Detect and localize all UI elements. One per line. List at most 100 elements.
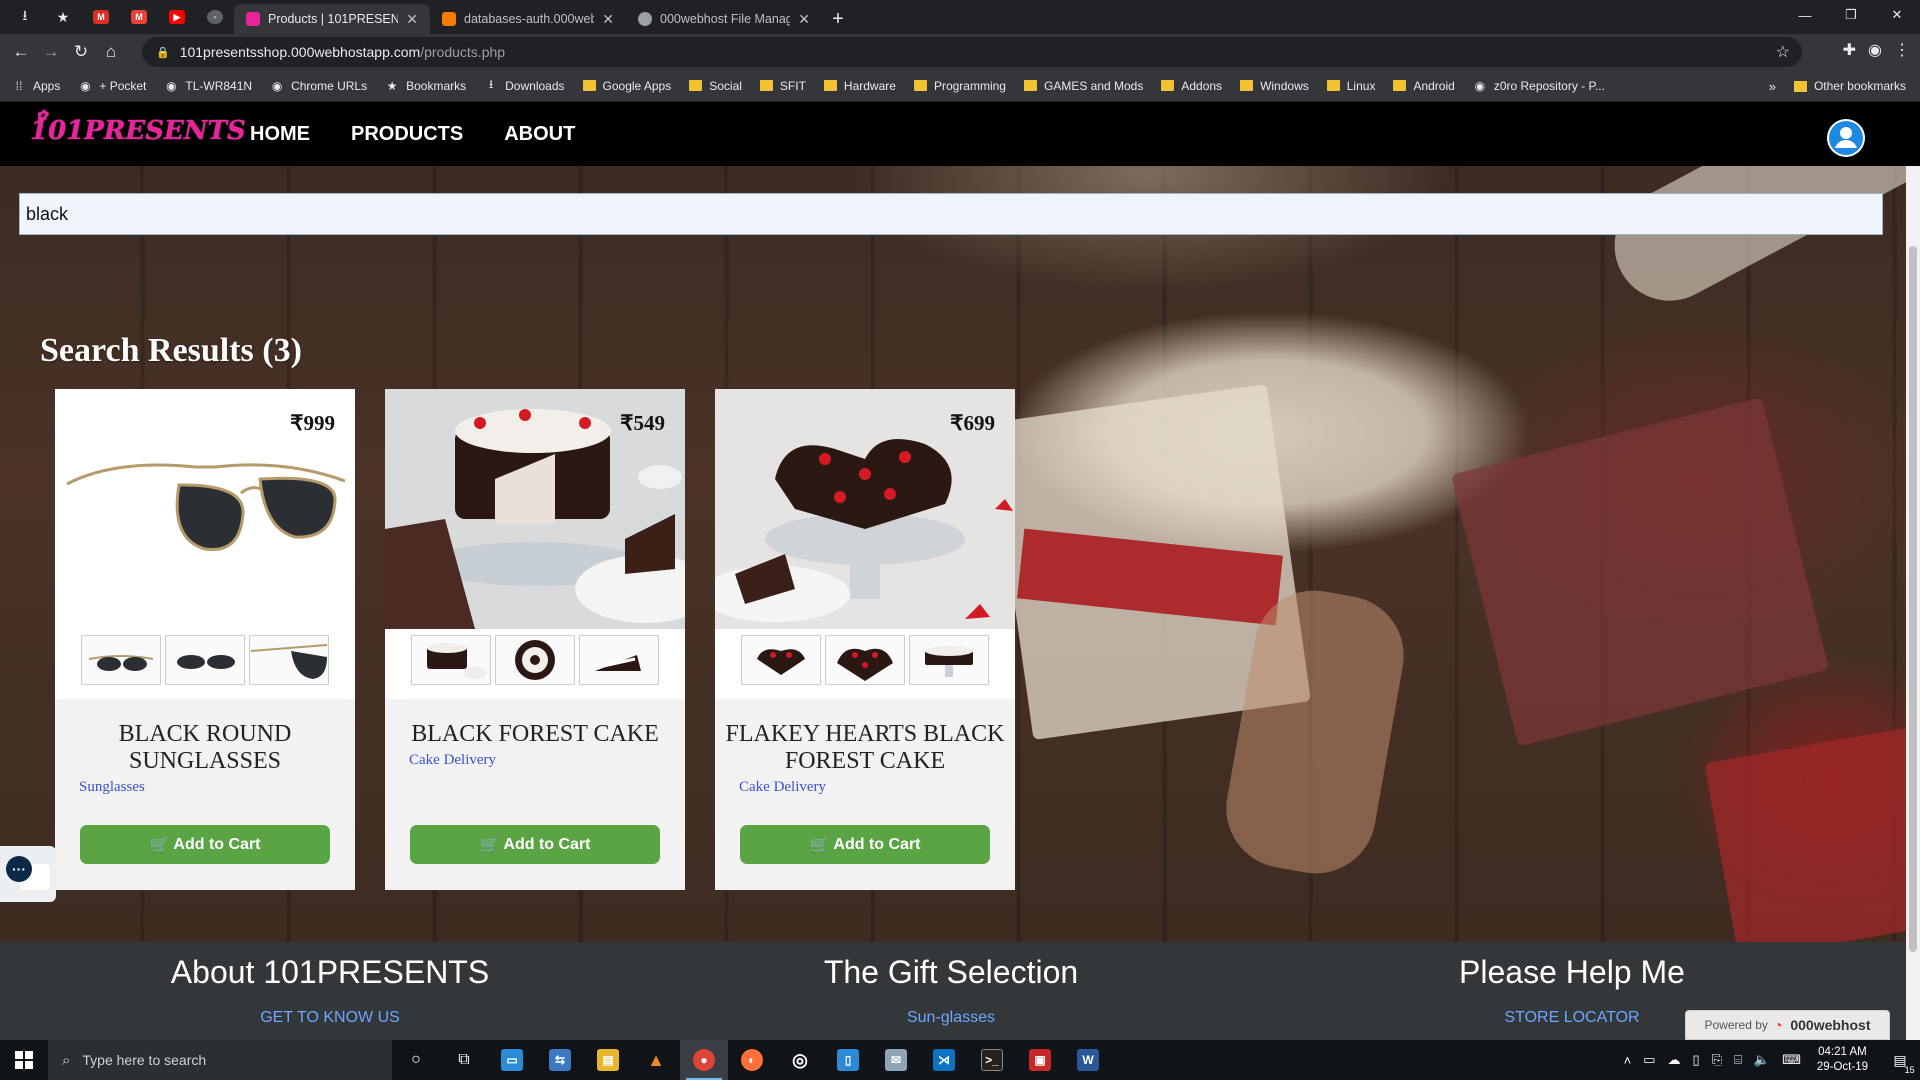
bookmark-item[interactable]: ⭳Downloads [484, 79, 564, 93]
forward-arrow-icon[interactable]: → [36, 37, 66, 67]
nav-about[interactable]: ABOUT [504, 123, 575, 146]
notification-center-icon[interactable]: ▤15 [1880, 1040, 1920, 1080]
thumbnail[interactable] [909, 635, 989, 685]
chat-widget[interactable]: ··· [0, 846, 56, 902]
footer-link[interactable]: GET TO KNOW US [171, 1009, 489, 1027]
network-icon[interactable]: ⌸ [1734, 1052, 1742, 1068]
bookmark-item[interactable]: SFIT [760, 79, 806, 93]
bookmark-item[interactable]: Windows [1240, 79, 1309, 93]
address-bar[interactable]: 🔒 101presentsshop.000webhostapp.com/prod… [142, 37, 1802, 67]
thumbnail[interactable] [165, 635, 245, 685]
bookmark-item[interactable]: Social [689, 79, 742, 93]
add-to-cart-button[interactable]: 🛒Add to Cart [80, 825, 330, 864]
product-category[interactable]: Cake Delivery [409, 752, 496, 769]
taskbar-app-file-explorer[interactable]: ▤ [584, 1040, 632, 1080]
thumbnail[interactable] [825, 635, 905, 685]
minimize-icon[interactable]: — [1782, 0, 1828, 30]
taskbar-app-xbox[interactable]: ◎ [776, 1040, 824, 1080]
footer-link[interactable]: Sun-glasses [824, 1009, 1078, 1027]
extensions-puzzle-icon[interactable]: ✚ [1843, 40, 1856, 60]
restore-icon[interactable]: ❐ [1828, 0, 1874, 30]
taskbar-search[interactable]: ⌕ Type here to search [48, 1040, 392, 1080]
star-icon[interactable]: ★ [44, 0, 82, 34]
thumbnail[interactable] [249, 635, 329, 685]
thumbnail[interactable] [495, 635, 575, 685]
download-icon[interactable]: ⭳ [6, 0, 44, 34]
bookmark-item[interactable]: ◉Chrome URLs [270, 79, 367, 93]
bookmark-item[interactable]: Hardware [824, 79, 896, 93]
product-name[interactable]: FLAKEY HEARTS BLACK FOREST CAKE [725, 721, 1005, 775]
bookmark-item[interactable]: GAMES and Mods [1024, 79, 1143, 93]
battery-icon[interactable]: ▯ [1693, 1052, 1700, 1068]
close-icon[interactable]: ✕ [602, 11, 614, 28]
volume-icon[interactable]: 🔈 [1754, 1052, 1770, 1068]
product-category[interactable]: Cake Delivery [739, 779, 826, 796]
thumbnail[interactable] [579, 635, 659, 685]
bookmark-item[interactable]: Addons [1161, 79, 1222, 93]
tab-file-manager[interactable]: 000webhost File Manager ✕ [626, 4, 822, 34]
bookmark-item[interactable]: ◉TL-WR841N [164, 79, 252, 93]
taskbar-app-terminal[interactable]: >_ [968, 1040, 1016, 1080]
product-category[interactable]: Sunglasses [79, 779, 145, 796]
close-icon[interactable]: ✕ [406, 11, 418, 28]
taskbar-app-explorer-window[interactable]: ▭ [488, 1040, 536, 1080]
taskbar-app-mail[interactable]: ✉ [872, 1040, 920, 1080]
close-window-icon[interactable]: ✕ [1874, 0, 1920, 30]
thumbnail[interactable] [81, 635, 161, 685]
add-to-cart-button[interactable]: 🛒Add to Cart [740, 825, 990, 864]
task-view-icon[interactable]: ⧉ [440, 1040, 488, 1080]
bookmark-item[interactable]: Programming [914, 79, 1006, 93]
taskbar-app-winscp[interactable]: ⇆ [536, 1040, 584, 1080]
taskbar-app-word[interactable]: W [1064, 1040, 1112, 1080]
taskbar-app-vscode[interactable]: ⋊ [920, 1040, 968, 1080]
pinned-tab-gmail[interactable]: M [120, 0, 158, 34]
scrollbar-thumb[interactable] [1909, 246, 1917, 952]
product-name[interactable]: BLACK ROUND SUNGLASSES [65, 721, 345, 775]
taskbar-app-firefox[interactable]: ◐ [728, 1040, 776, 1080]
thumbnail[interactable] [411, 635, 491, 685]
chevron-right-icon[interactable]: » [1769, 79, 1776, 94]
add-to-cart-button[interactable]: 🛒Add to Cart [410, 825, 660, 864]
chevron-up-icon[interactable]: ˄ [1624, 1053, 1632, 1068]
user-account-icon[interactable] [1827, 119, 1865, 157]
product-name[interactable]: BLACK FOREST CAKE [395, 721, 675, 748]
bookmark-item[interactable]: ◉+ Pocket [78, 79, 146, 93]
bookmark-item[interactable]: Linux [1327, 79, 1376, 93]
close-icon[interactable]: ✕ [798, 11, 810, 28]
site-logo[interactable]: ✿ 101PRESENTS [30, 116, 246, 146]
windows-start-icon[interactable] [0, 1040, 48, 1080]
pinned-tab-generic[interactable]: ◦ [196, 0, 234, 34]
new-tab-button[interactable]: + [822, 4, 854, 34]
bookmark-item[interactable]: Google Apps [583, 79, 672, 93]
bookmark-item[interactable]: ◉z0ro Repository - P... [1473, 79, 1605, 93]
taskbar-clock[interactable]: 04:21 AM 29-Oct-19 [1817, 1045, 1868, 1075]
bookmark-item[interactable]: ★Bookmarks [385, 79, 466, 93]
taskbar-app-chrome[interactable]: ● [680, 1040, 728, 1080]
taskbar-app-vlc[interactable]: ▲ [632, 1040, 680, 1080]
product-image[interactable]: ₹549 [385, 389, 685, 629]
nav-products[interactable]: PRODUCTS [351, 123, 463, 146]
taskbar-app-red-app[interactable]: ▣ [1016, 1040, 1064, 1080]
product-search-input[interactable] [19, 193, 1883, 235]
page-scrollbar[interactable] [1906, 166, 1920, 1040]
pinned-tab-youtube[interactable]: ▶ [158, 0, 196, 34]
nav-home[interactable]: HOME [250, 123, 310, 146]
back-arrow-icon[interactable]: ← [6, 37, 36, 67]
pinned-tab-mail[interactable]: M [82, 0, 120, 34]
monitor-icon[interactable]: ▭ [1643, 1052, 1655, 1068]
product-image[interactable]: ₹999 [55, 389, 355, 629]
cortana-icon[interactable]: ○ [392, 1040, 440, 1080]
bookmark-star-icon[interactable]: ☆ [1776, 42, 1790, 62]
taskbar-app-phone[interactable]: ▯ [824, 1040, 872, 1080]
tab-databases[interactable]: databases-auth.000webhost.com ✕ [430, 4, 626, 34]
menu-kebab-icon[interactable]: ⋮ [1894, 40, 1910, 60]
powered-by-badge[interactable]: Powered by ◔ 000webhost [1685, 1010, 1890, 1040]
product-image[interactable]: ₹699 [715, 389, 1015, 629]
profile-icon[interactable]: ◉ [1868, 40, 1882, 60]
thumbnail[interactable] [741, 635, 821, 685]
usb-icon[interactable]: ⎘ [1712, 1052, 1722, 1068]
bookmark-item[interactable]: ⁞⁞Apps [12, 79, 60, 93]
cloud-icon[interactable]: ☁ [1668, 1052, 1681, 1068]
other-bookmarks[interactable]: Other bookmarks [1814, 79, 1906, 93]
reload-icon[interactable]: ↻ [66, 37, 96, 67]
